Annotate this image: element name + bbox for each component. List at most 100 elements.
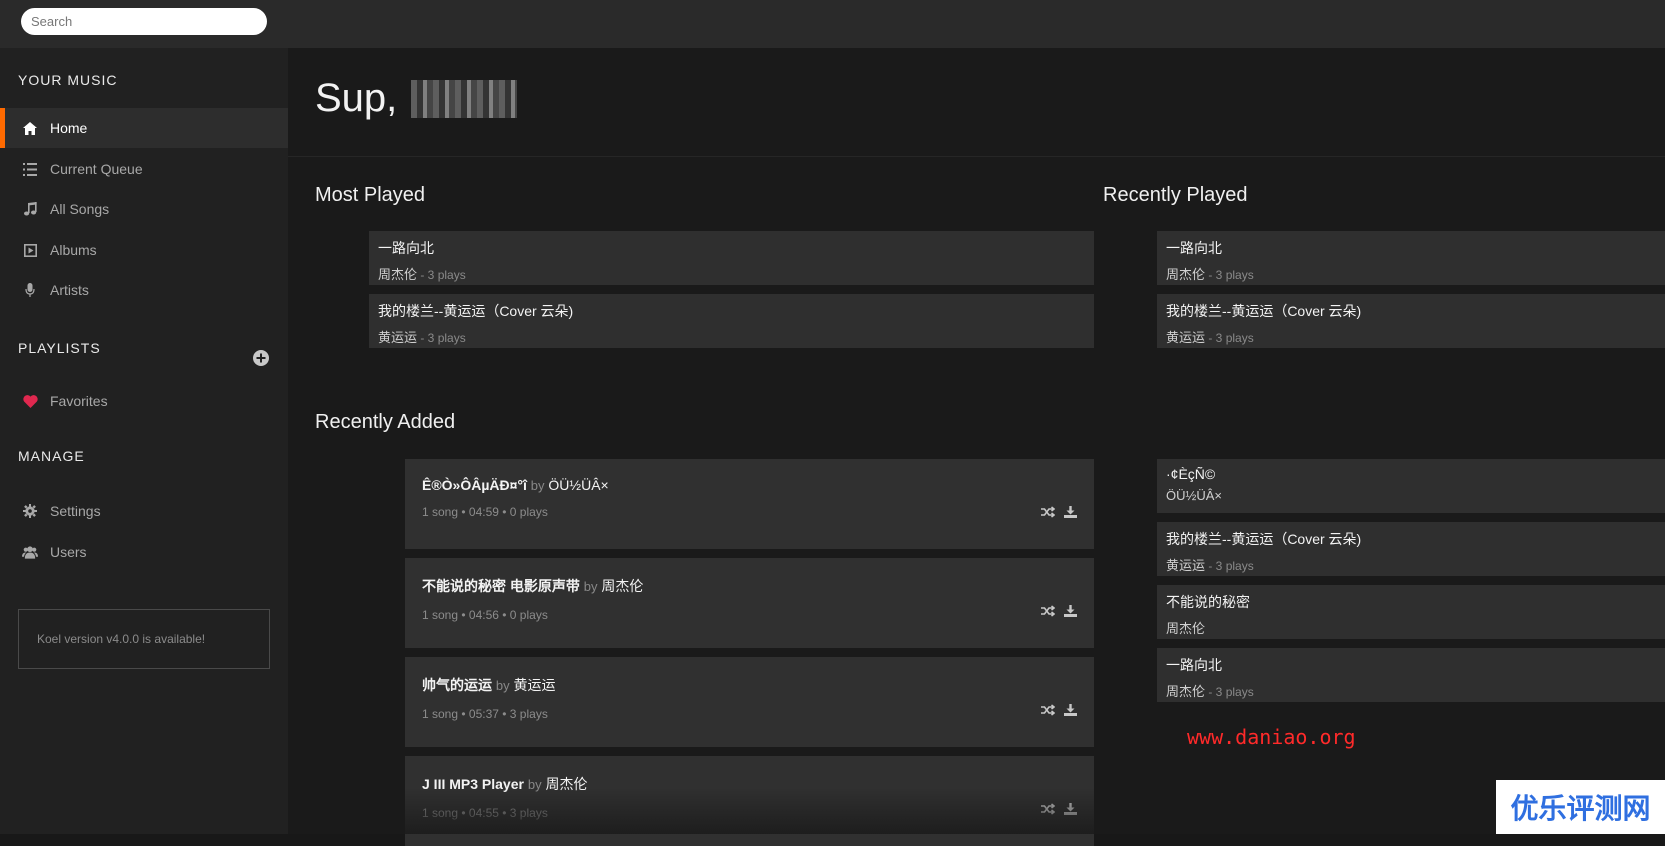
album-meta: 1 song • 05:37 • 3 plays (422, 707, 548, 721)
song-title: 一路向北 (1166, 657, 1222, 673)
music-note-icon (22, 201, 38, 217)
shuffle-icon[interactable] (1041, 803, 1055, 817)
song-title: ·¢ÈçÑ© (1166, 466, 1216, 482)
album-artist[interactable]: ÖÜ½ÜÂ× (548, 477, 608, 493)
album-artist[interactable]: 周杰伦 (601, 578, 643, 594)
playlists-title: PLAYLISTS (18, 340, 101, 356)
album-meta: 1 song • 04:59 • 0 plays (422, 505, 548, 519)
download-icon[interactable] (1064, 704, 1078, 718)
sidebar-item-albums[interactable]: Albums (0, 230, 288, 270)
greeting-text: Sup, (315, 76, 398, 120)
watermark-text: www.daniao.org (1187, 725, 1356, 749)
manage-title: MANAGE (18, 448, 85, 464)
header-divider (288, 156, 1665, 157)
song-item[interactable]: 不能说的秘密 周杰伦 (1157, 585, 1665, 639)
sidebar-item-current-queue[interactable]: Current Queue (0, 149, 288, 189)
song-artist: 周杰伦 (1166, 684, 1206, 699)
song-plays: - 3 plays (1205, 331, 1254, 345)
users-icon (22, 544, 38, 560)
song-artist: 黄运运 (378, 330, 418, 345)
sidebar: YOUR MUSIC Home Current Queue All Songs … (0, 48, 288, 834)
song-plays: - 3 plays (417, 268, 466, 282)
search-input[interactable] (21, 8, 267, 35)
recently-played-title: Recently Played (1103, 184, 1248, 206)
download-icon[interactable] (1064, 506, 1078, 520)
album-card[interactable]: Ê®Ò»ÔÂµÄÐ¤°î by ÖÜ½ÜÂ× 1 song • 04:59 • … (405, 459, 1094, 549)
song-item[interactable]: 一路向北 周杰伦 - 3 plays (1157, 648, 1665, 702)
song-title: 一路向北 (378, 240, 434, 256)
shuffle-icon[interactable] (1041, 605, 1055, 619)
song-title: 我的楼兰--黄运运（Cover 云朵) (378, 303, 574, 319)
album-by: by (495, 678, 510, 693)
song-artist: 黄运运 (1166, 558, 1206, 573)
album-name[interactable]: Ê®Ò»ÔÂµÄÐ¤°î (422, 477, 527, 493)
album-card[interactable]: 不能说的秘密 电影原声带 by 周杰伦 1 song • 04:56 • 0 p… (405, 558, 1094, 648)
song-artist: 黄运运 (1166, 330, 1206, 345)
album-meta: 1 song • 04:56 • 0 plays (422, 608, 548, 622)
song-item[interactable]: 我的楼兰--黄运运（Cover 云朵) 黄运运 - 3 plays (369, 294, 1094, 348)
song-artist: 周杰伦 (378, 267, 418, 282)
add-playlist-icon[interactable] (253, 350, 269, 366)
sidebar-item-artists[interactable]: Artists (0, 270, 288, 310)
shuffle-icon[interactable] (1041, 506, 1055, 520)
most-played-title: Most Played (315, 184, 426, 206)
song-item[interactable]: 我的楼兰--黄运运（Cover 云朵) 黄运运 - 3 plays (1157, 522, 1665, 576)
list-icon (22, 161, 38, 177)
song-item[interactable]: 我的楼兰--黄运运（Cover 云朵) 黄运运 - 3 plays (1157, 294, 1665, 348)
album-by: by (530, 478, 545, 493)
song-plays: - 3 plays (1205, 685, 1254, 699)
album-artist[interactable]: 周杰伦 (545, 776, 587, 792)
album-name[interactable]: J III MP3 Player (422, 776, 524, 792)
album-artist[interactable]: 黄运运 (514, 677, 556, 693)
greeting-heading: Sup, (315, 76, 518, 121)
sidebar-item-label: Favorites (50, 393, 108, 409)
download-icon[interactable] (1064, 605, 1078, 619)
recently-added-title: Recently Added (315, 411, 456, 433)
heart-icon (22, 393, 38, 409)
song-plays: - 3 plays (417, 331, 466, 345)
song-title: 我的楼兰--黄运运（Cover 云朵) (1166, 303, 1362, 319)
shuffle-icon[interactable] (1041, 704, 1055, 718)
sidebar-item-all-songs[interactable]: All Songs (0, 189, 288, 229)
song-artist: 周杰伦 (1166, 267, 1206, 282)
song-item[interactable]: ·¢ÈçÑ© ÖÜ½ÜÂ× (1157, 459, 1665, 513)
gear-icon (22, 503, 38, 519)
home-icon (22, 120, 38, 136)
album-by: by (583, 579, 598, 594)
album-card[interactable]: 帅气的运运 by 黄运运 1 song • 05:37 • 3 plays (405, 657, 1094, 747)
sidebar-item-label: Albums (50, 242, 97, 258)
corner-logo: 优乐评测网 (1496, 780, 1665, 834)
sidebar-item-label: Artists (50, 282, 89, 298)
song-artist: ÖÜ½ÜÂ× (1166, 488, 1222, 503)
blurred-username (411, 79, 518, 118)
sidebar-item-favorites[interactable]: Favorites (0, 381, 288, 421)
sidebar-item-label: Home (50, 120, 88, 136)
album-icon (22, 242, 38, 258)
sidebar-item-label: Users (50, 544, 87, 560)
sidebar-item-label: All Songs (50, 201, 110, 217)
album-card[interactable]: J III MP3 Player by 周杰伦 1 song • 04:55 •… (405, 756, 1094, 846)
sidebar-item-label: Settings (50, 503, 101, 519)
download-icon[interactable] (1064, 803, 1078, 817)
album-meta: 1 song • 04:55 • 3 plays (422, 806, 548, 820)
song-title: 一路向北 (1166, 240, 1222, 256)
song-title: 我的楼兰--黄运运（Cover 云朵) (1166, 531, 1362, 547)
album-name[interactable]: 不能说的秘密 电影原声带 (422, 578, 580, 594)
sidebar-item-settings[interactable]: Settings (0, 491, 288, 531)
song-artist: 周杰伦 (1166, 621, 1206, 636)
your-music-title: YOUR MUSIC (18, 72, 118, 88)
sidebar-item-home[interactable]: Home (0, 108, 288, 148)
microphone-icon (22, 282, 38, 298)
album-name[interactable]: 帅气的运运 (422, 677, 492, 693)
song-plays: - 3 plays (1205, 268, 1254, 282)
main-content: Sup, Most Played 一路向北 周杰伦 - 3 plays 我的楼兰… (288, 48, 1665, 846)
album-by: by (527, 777, 542, 792)
sidebar-item-users[interactable]: Users (0, 532, 288, 572)
update-notice[interactable]: Koel version v4.0.0 is available! (18, 609, 270, 669)
song-item[interactable]: 一路向北 周杰伦 - 3 plays (369, 231, 1094, 285)
sidebar-item-label: Current Queue (50, 161, 143, 177)
song-plays: - 3 plays (1205, 559, 1254, 573)
song-title: 不能说的秘密 (1166, 594, 1250, 610)
top-bar (0, 0, 1665, 48)
song-item[interactable]: 一路向北 周杰伦 - 3 plays (1157, 231, 1665, 285)
